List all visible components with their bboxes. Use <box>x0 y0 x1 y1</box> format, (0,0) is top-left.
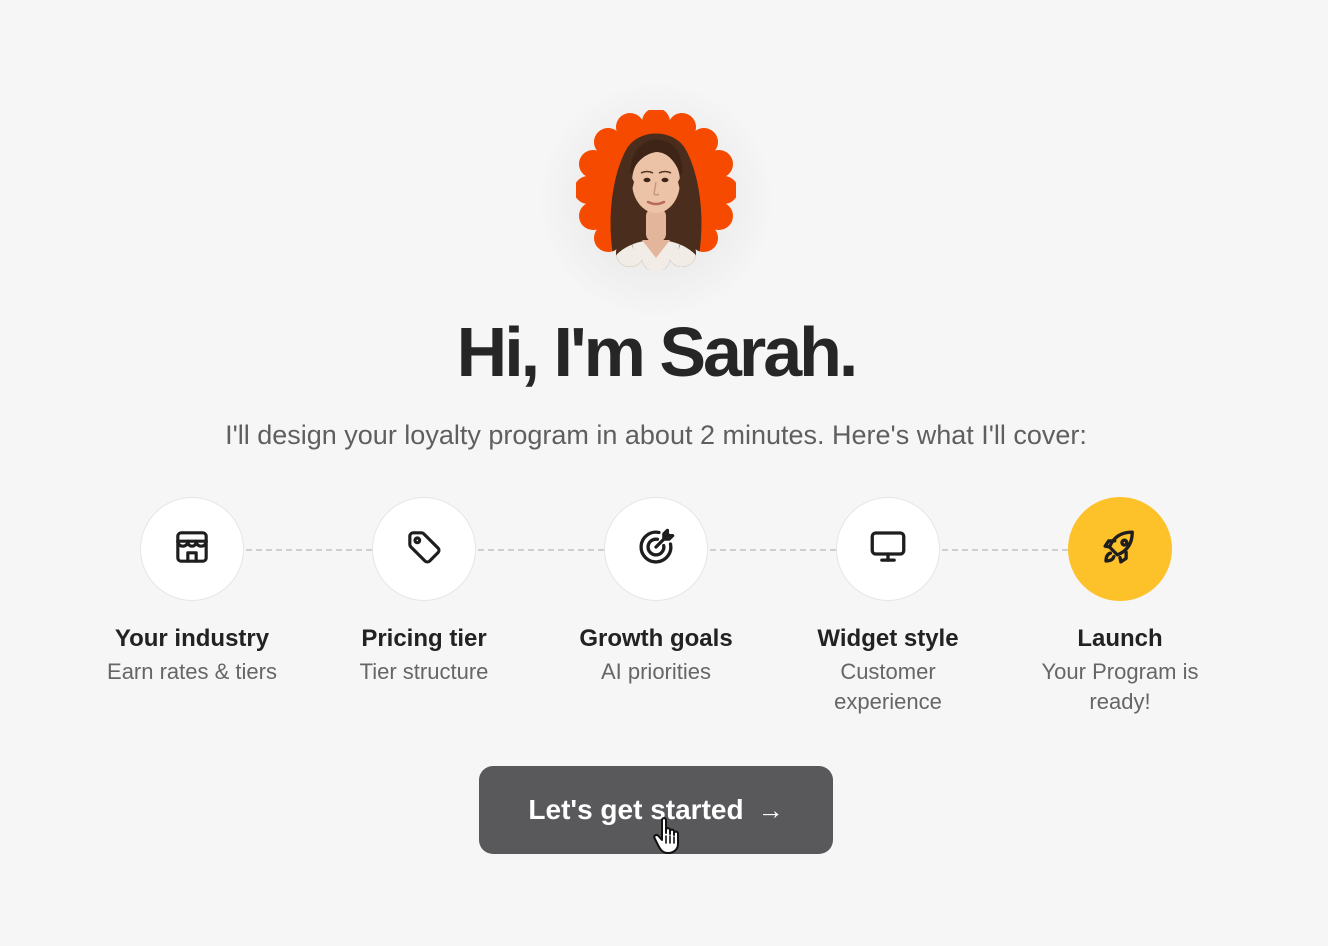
step-icon-circle-active <box>1068 497 1172 601</box>
get-started-label: Let's get started <box>528 794 744 825</box>
step-pricing-tier: Pricing tier Tier structure <box>314 497 534 687</box>
step-title: Launch <box>1077 625 1163 652</box>
step-subtitle: Tier structure <box>359 659 489 684</box>
step-title: Widget style <box>817 625 959 652</box>
step-title: Pricing tier <box>361 625 487 652</box>
step-subtitle: Earn rates & tiers <box>107 659 277 684</box>
step-subtitle: Customer experience <box>834 659 942 714</box>
step-subtitle: AI priorities <box>600 659 712 684</box>
step-widget-style: Widget style Customer experience <box>778 497 998 717</box>
step-icon-circle <box>836 497 940 601</box>
step-icon-circle <box>604 497 708 601</box>
hand-pointer-cursor-icon <box>652 816 686 856</box>
step-title: Growth goals <box>579 625 733 652</box>
storefront-icon <box>172 527 212 572</box>
tag-icon <box>404 527 444 572</box>
avatar <box>576 110 736 270</box>
arrow-right-icon: → <box>757 794 784 825</box>
step-launch: Launch Your Program is ready! <box>1010 497 1230 717</box>
page-subtitle: I'll design your loyalty program in abou… <box>225 420 1087 450</box>
step-icon-circle <box>140 497 244 601</box>
step-subtitle: Your Program is ready! <box>1041 659 1199 714</box>
step-growth-goals: Growth goals AI priorities <box>546 497 766 687</box>
target-icon <box>635 526 677 573</box>
step-your-industry: Your industry Earn rates & tiers <box>82 497 302 687</box>
step-icon-circle <box>372 497 476 601</box>
rocket-icon <box>1099 526 1141 573</box>
page-title: Hi, I'm Sarah. <box>456 313 859 391</box>
step-title: Your industry <box>114 625 270 652</box>
monitor-icon <box>867 526 909 573</box>
